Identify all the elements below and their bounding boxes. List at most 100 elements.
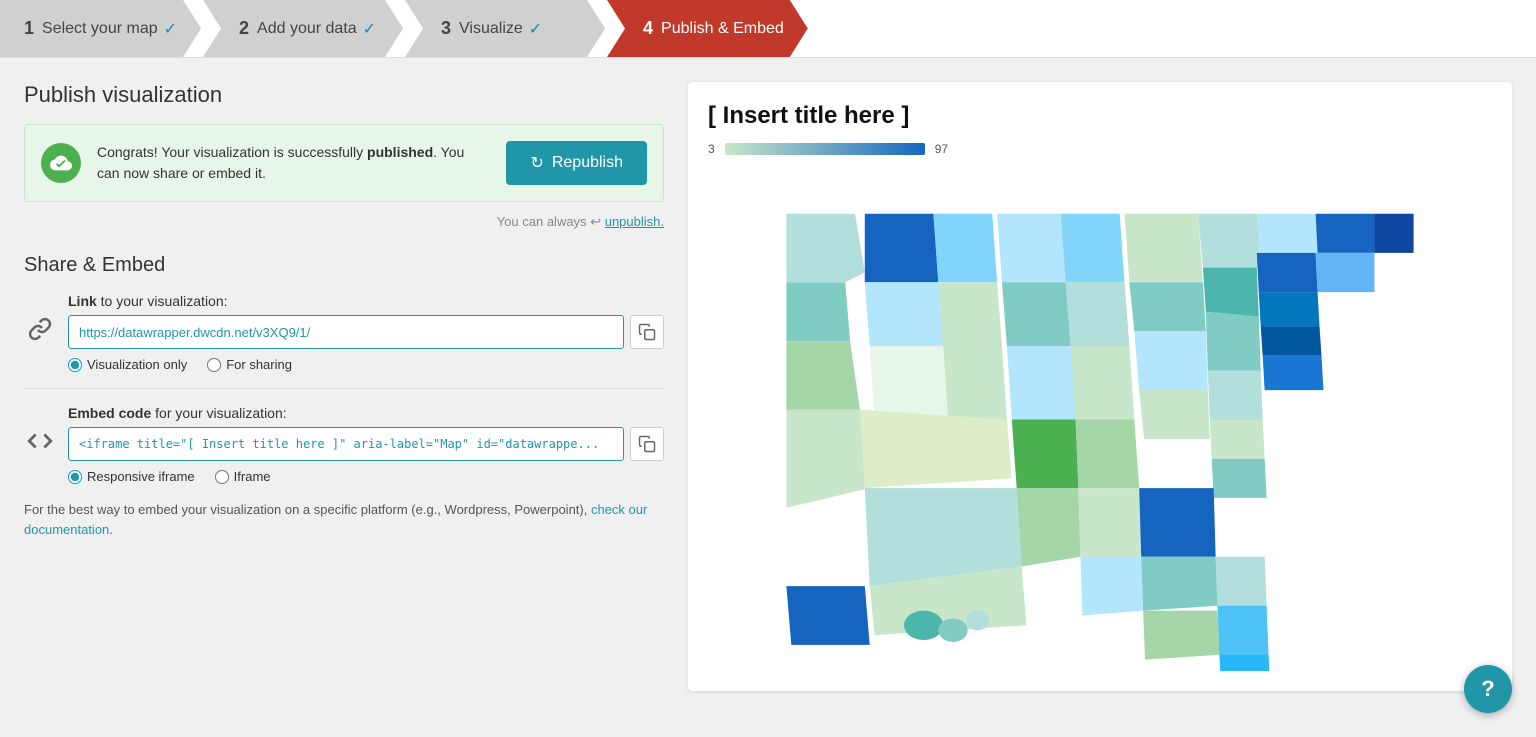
- embed-note: For the best way to embed your visualiza…: [24, 500, 664, 539]
- step-1-number: 1: [24, 18, 34, 39]
- step-1[interactable]: 1 Select your map ✓: [0, 0, 201, 57]
- publish-box: Congrats! Your visualization is successf…: [24, 124, 664, 202]
- wv-state: [1208, 371, 1263, 420]
- pa-state: [1257, 253, 1318, 292]
- map-container: [708, 168, 1492, 671]
- de-md: [1261, 326, 1322, 355]
- link-radio-group: Visualization only For sharing: [68, 357, 664, 372]
- publish-message: Congrats! Your visualization is successf…: [97, 142, 490, 184]
- me-state: [1374, 214, 1413, 253]
- ks-state: [1012, 420, 1079, 489]
- il-south: [1134, 331, 1208, 390]
- unpublish-row: You can always ↩ unpublish.: [24, 214, 664, 230]
- link-icon: [24, 313, 56, 345]
- step-4[interactable]: 4 Publish & Embed: [607, 0, 808, 57]
- mt-state: [865, 214, 939, 283]
- fl-north: [1220, 655, 1271, 671]
- link-input-row: [68, 315, 664, 349]
- mn-north: [1061, 214, 1125, 283]
- for-sharing-option[interactable]: For sharing: [207, 357, 292, 372]
- link-label: Link to your visualization:: [68, 293, 664, 309]
- visualization-only-option[interactable]: Visualization only: [68, 357, 187, 372]
- link-content: Link to your visualization: Visualizati: [68, 293, 664, 372]
- iframe-option[interactable]: Iframe: [215, 469, 271, 484]
- mn-south: [1066, 282, 1130, 346]
- success-icon: [41, 143, 81, 183]
- step-1-label: Select your map: [42, 20, 158, 38]
- share-section-title: Share & Embed: [24, 254, 664, 277]
- ny-state: [1257, 214, 1318, 253]
- hi-state-3: [966, 611, 990, 631]
- step-3[interactable]: 3 Visualize ✓: [405, 0, 605, 57]
- embed-code-input[interactable]: [68, 427, 624, 461]
- map-preview-panel: [ Insert title here ] 3 97: [688, 82, 1512, 691]
- ms-state: [1141, 557, 1217, 611]
- step-3-check: ✓: [529, 19, 542, 39]
- republish-icon: ↻: [530, 153, 543, 173]
- link-section: Link to your visualization: Visualizati: [24, 293, 664, 372]
- az-state: [860, 410, 1012, 488]
- step-2-number: 2: [239, 18, 249, 39]
- visualization-only-radio[interactable]: [68, 358, 82, 372]
- ct-ri-ma: [1316, 214, 1375, 253]
- link-input[interactable]: [68, 315, 624, 349]
- main-content: Publish visualization Congrats! Your vis…: [0, 58, 1536, 715]
- wy-state: [865, 282, 943, 346]
- step-2[interactable]: 2 Add your data ✓: [203, 0, 403, 57]
- step-4-number: 4: [643, 18, 653, 39]
- map-title: [ Insert title here ]: [708, 102, 1492, 130]
- ca-north: [786, 341, 860, 410]
- sd-state: [1002, 282, 1071, 346]
- legend-color-bar: [725, 143, 925, 155]
- help-button[interactable]: ?: [1464, 665, 1512, 713]
- mi-north: [1198, 214, 1262, 268]
- ca-south: [786, 410, 869, 508]
- sc-state: [1216, 557, 1267, 611]
- iframe-radio[interactable]: [215, 470, 229, 484]
- step-4-label: Publish & Embed: [661, 20, 784, 38]
- nv-state: [938, 282, 1002, 346]
- copy-embed-button[interactable]: [630, 427, 664, 461]
- left-panel: Publish visualization Congrats! Your vis…: [24, 82, 664, 691]
- wa-state: [786, 214, 864, 283]
- steps-bar: 1 Select your map ✓ 2 Add your data ✓ 3 …: [0, 0, 1536, 58]
- copy-link-button[interactable]: [630, 315, 664, 349]
- nj-state: [1259, 292, 1320, 326]
- embed-label: Embed code for your visualization:: [68, 405, 664, 421]
- publish-section-title: Publish visualization: [24, 82, 664, 108]
- dc-va: [1263, 356, 1324, 390]
- la-state: [1080, 557, 1143, 616]
- step-2-label: Add your data: [257, 20, 357, 38]
- for-sharing-radio[interactable]: [207, 358, 221, 372]
- embed-radio-group: Responsive iframe Iframe: [68, 469, 664, 484]
- ar-state: [1078, 488, 1141, 557]
- step-2-check: ✓: [363, 19, 376, 39]
- unpublish-icon: ↩: [590, 214, 601, 229]
- vt-nh: [1316, 253, 1375, 292]
- id-state: [933, 214, 997, 283]
- responsive-iframe-option[interactable]: Responsive iframe: [68, 469, 195, 484]
- embed-input-row: [68, 427, 664, 461]
- or-state: [786, 282, 850, 341]
- hi-state-2: [938, 618, 967, 642]
- step-3-label: Visualize: [459, 20, 523, 38]
- al-state: [1143, 611, 1219, 660]
- oh-state: [1206, 312, 1261, 371]
- embed-content: Embed code for your visualization: Resp: [68, 405, 664, 484]
- republish-button[interactable]: ↻ Republish: [506, 141, 647, 185]
- ak-state: [786, 586, 869, 645]
- tn-state: [1139, 488, 1215, 557]
- embed-icon: [24, 425, 56, 457]
- step-3-number: 3: [441, 18, 451, 39]
- divider: [24, 388, 664, 389]
- unpublish-link[interactable]: unpublish.: [605, 214, 664, 229]
- wi-state: [1125, 214, 1203, 283]
- nc-state: [1212, 459, 1267, 498]
- il-north: [1129, 282, 1205, 331]
- ia-state: [1071, 346, 1135, 420]
- responsive-iframe-radio[interactable]: [68, 470, 82, 484]
- ut-state: [943, 346, 1007, 420]
- mi-south: [1203, 268, 1259, 317]
- nd-state: [997, 214, 1066, 283]
- co-state: [870, 346, 948, 420]
